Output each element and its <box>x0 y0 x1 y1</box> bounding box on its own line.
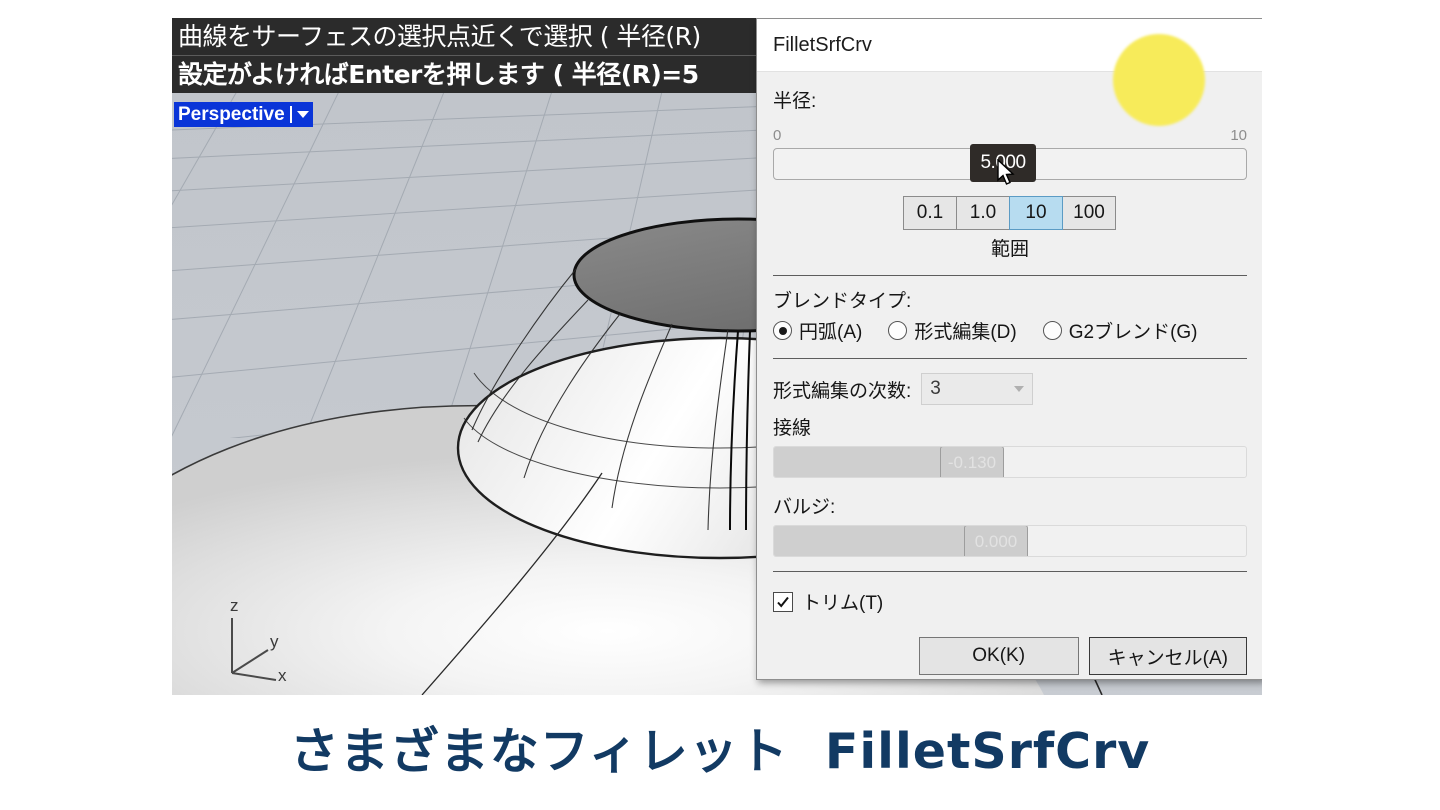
blend-type-option-explicit[interactable]: 形式編集(D) <box>888 317 1017 344</box>
viewport-title-label: Perspective <box>178 104 285 125</box>
trim-label: トリム(T) <box>802 593 884 614</box>
tangent-slider: -0.130 <box>773 446 1247 478</box>
divider-1 <box>773 275 1247 276</box>
bulge-slider-thumb: 0.000 <box>964 526 1028 556</box>
radius-max-label: 10 <box>1230 127 1247 144</box>
viewport-title-separator <box>289 106 292 123</box>
radio-selected-icon <box>773 321 792 340</box>
blend-type-label: ブレンドタイプ: <box>773 291 912 312</box>
viewport-title-perspective[interactable]: Perspective <box>174 102 313 127</box>
tangent-slider-thumb: -0.130 <box>940 447 1004 477</box>
command-line-panel[interactable]: 曲線をサーフェスの選択点近くで選択 ( 半径(R) 設定がよければEnterを押… <box>172 18 772 93</box>
divider-3 <box>773 571 1247 572</box>
cancel-button[interactable]: キャンセル(A) <box>1088 637 1247 675</box>
command-line-row-1: 曲線をサーフェスの選択点近くで選択 ( 半径(R) <box>178 22 701 51</box>
bulge-value: 0.000 <box>974 532 1018 551</box>
axis-label-y: y <box>270 632 279 651</box>
blend-type-option-arc[interactable]: 円弧(A) <box>773 317 862 344</box>
axis-label-x: x <box>278 666 287 685</box>
degree-label: 形式編集の次数: <box>773 380 912 402</box>
range-button-1[interactable]: 1.0 <box>956 196 1010 230</box>
checkbox-checked-icon[interactable] <box>773 591 793 612</box>
caption-text: さまざまなフィレット FilletSrfCrv <box>289 723 1151 780</box>
range-button-2[interactable]: 10 <box>1009 196 1063 230</box>
trim-checkbox-row[interactable]: トリム(T) <box>773 588 1247 615</box>
dialog-body: 半径: 0 10 5.000 0.1 1.0 10 100 範囲 ブレンドタイプ… <box>757 86 1262 675</box>
bulge-slider: 0.000 <box>773 525 1247 557</box>
radio-unselected-icon-2 <box>1042 321 1062 340</box>
axis-label-z: z <box>230 596 239 615</box>
bulge-label: バルジ: <box>773 497 836 518</box>
degree-row: 形式編集の次数: 3 <box>773 373 1247 405</box>
screenshot-stage: z y x 曲線をサーフェスの選択点近くで選択 ( 半径(R) 設定がよければE… <box>0 0 1440 810</box>
radius-slider[interactable]: 5.000 <box>773 144 1247 185</box>
dialog-button-row: OK(K) キャンセル(A) <box>773 637 1247 675</box>
command-line-row-2: 設定がよければEnterを押します ( 半径(R)=5 <box>172 55 772 93</box>
blend-type-option-g2[interactable]: G2ブレンド(G) <box>1042 317 1198 344</box>
range-caption: 範囲 <box>990 239 1029 260</box>
rhino-screenshot: z y x 曲線をサーフェスの選択点近くで選択 ( 半径(R) 設定がよければE… <box>172 18 1262 695</box>
chevron-down-icon-degree <box>1014 386 1025 392</box>
blend-type-option-g2-label: G2ブレンド(G) <box>1068 322 1198 343</box>
blend-type-option-arc-label: 円弧(A) <box>799 322 863 343</box>
divider-2 <box>773 358 1247 359</box>
highlight-circle <box>1113 34 1205 126</box>
degree-value: 3 <box>930 378 941 399</box>
blend-type-option-explicit-label: 形式編集(D) <box>914 322 1017 343</box>
range-button-3[interactable]: 100 <box>1062 196 1116 230</box>
radio-unselected-icon <box>888 321 908 340</box>
dialog-title: FilletSrfCrv <box>773 33 872 56</box>
degree-select[interactable]: 3 <box>921 373 1034 405</box>
tangent-value: -0.130 <box>947 453 997 472</box>
ok-button[interactable]: OK(K) <box>918 637 1079 675</box>
bulge-slider-fill <box>774 526 994 556</box>
filletsrfcrv-dialog[interactable]: FilletSrfCrv 半径: 0 10 5.000 0.1 1.0 10 1… <box>756 18 1262 680</box>
tangent-label: 接線 <box>773 418 812 439</box>
radius-min-label: 0 <box>773 127 782 144</box>
chevron-down-icon[interactable] <box>296 111 309 118</box>
blend-type-radio-group[interactable]: 円弧(A) 形式編集(D) G2ブレンド(G) <box>773 317 1247 344</box>
mouse-cursor-icon <box>997 159 1015 185</box>
range-button-0[interactable]: 0.1 <box>903 196 957 230</box>
radius-range-labels: 0 10 <box>773 127 1247 144</box>
radius-range-button-group[interactable]: 0.1 1.0 10 100 <box>773 196 1247 230</box>
